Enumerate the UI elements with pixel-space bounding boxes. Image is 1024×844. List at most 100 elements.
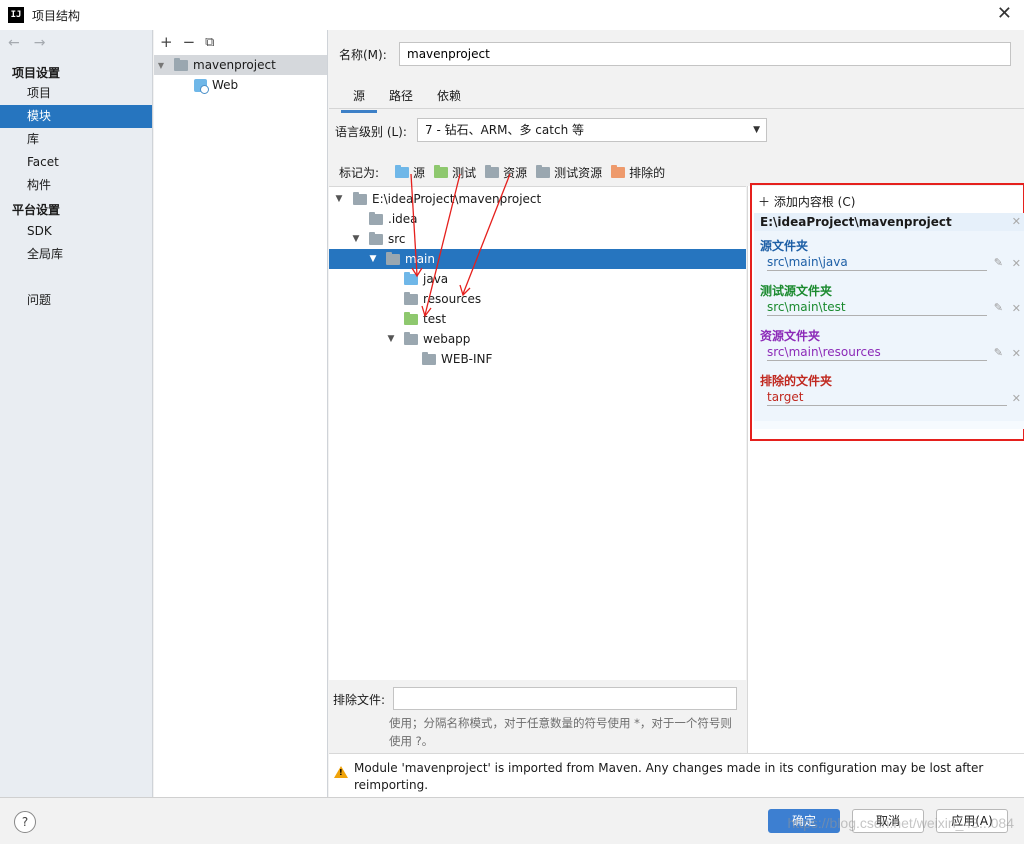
window-title: 项目结构 — [32, 8, 81, 23]
edit-pencil-icon[interactable]: ✎ — [994, 256, 1003, 269]
expand-triangle-icon[interactable]: ▼ — [366, 254, 380, 264]
mark-as-toolbar: 标记为: 源 测试 资源 测试资源 排除的 — [339, 164, 674, 181]
remove-icon[interactable]: ✕ — [1012, 392, 1021, 405]
module-item-web[interactable]: Web — [154, 75, 327, 95]
intellij-icon: IJ — [8, 7, 24, 23]
add-icon[interactable]: + — [160, 33, 173, 51]
exclude-files-label: 排除文件: — [333, 693, 386, 707]
tree-node-idea[interactable]: .idea — [329, 209, 746, 229]
tree-node-web-inf[interactable]: WEB-INF — [329, 349, 746, 369]
sources-folder-icon — [395, 165, 410, 178]
nav-item-global-libraries[interactable]: 全局库 — [0, 243, 152, 266]
help-button[interactable]: ? — [14, 811, 36, 833]
facet-label: Web — [212, 78, 239, 92]
tree-node-java[interactable]: java — [329, 269, 746, 289]
excluded-folder-path: target — [767, 390, 1007, 406]
tree-node-root[interactable]: ▼ E:\ideaProject\mavenproject — [329, 189, 746, 209]
mark-as-sources-button[interactable]: 源 — [395, 164, 425, 181]
mark-as-tests-button[interactable]: 测试 — [434, 164, 476, 181]
nav-item-problems[interactable]: 问题 — [0, 289, 152, 312]
chevron-down-icon: ▼ — [753, 125, 760, 135]
source-folder-path: src\main\java — [767, 255, 987, 271]
module-name-input[interactable] — [399, 42, 1011, 66]
edit-pencil-icon[interactable]: ✎ — [994, 346, 1003, 359]
resource-folder-path: src\main\resources — [767, 345, 987, 361]
platform-settings-header: 平台设置 — [12, 203, 61, 217]
nav-item-artifacts[interactable]: 构件 — [0, 174, 152, 197]
nav-item-sdk[interactable]: SDK — [0, 220, 152, 243]
module-label: mavenproject — [193, 58, 276, 72]
module-item-mavenproject[interactable]: ▼ mavenproject — [154, 55, 327, 75]
mark-as-excluded-button[interactable]: 排除的 — [611, 164, 665, 181]
tree-node-webapp[interactable]: ▼ webapp — [329, 329, 746, 349]
back-arrow-icon[interactable]: ← — [8, 35, 20, 51]
folder-icon — [404, 331, 418, 345]
folder-icon — [422, 351, 436, 365]
content-root-path: E:\ideaProject\mavenproject ✕ — [754, 213, 1024, 231]
forward-arrow-icon[interactable]: → — [34, 35, 46, 51]
excluded-folders-header: 排除的文件夹 — [760, 374, 833, 388]
expand-triangle-icon[interactable]: ▼ — [384, 334, 398, 344]
resources-folder-icon — [485, 165, 500, 178]
mark-as-test-resources-button[interactable]: 测试资源 — [536, 164, 602, 181]
excluded-folder-icon — [611, 165, 626, 178]
copy-icon[interactable]: ⧉ — [205, 35, 214, 50]
module-panel: + − ⧉ ▼ mavenproject Web — [154, 30, 328, 797]
remove-icon[interactable]: − — [183, 33, 196, 51]
test-folder-path: src\main\test — [767, 300, 987, 316]
name-label: 名称(M): — [339, 48, 387, 62]
language-level-value: 7 - 钻石、ARM、多 catch 等 — [425, 123, 584, 137]
tests-folder-icon — [434, 165, 449, 178]
sources-folder-icon — [404, 271, 418, 285]
resources-folder-icon — [404, 291, 418, 305]
tests-folder-icon — [404, 311, 418, 325]
module-toolbar: + − ⧉ — [154, 30, 327, 54]
dialog-footer: ? 确定 取消 应用(A) https://blog.csdn.net/weix… — [0, 797, 1024, 844]
title-bar: IJ 项目结构 ✕ — [0, 0, 1024, 30]
remove-icon[interactable]: ✕ — [1012, 257, 1021, 270]
warning-text: Module 'mavenproject' is imported from M… — [354, 761, 984, 792]
remove-root-icon[interactable]: ✕ — [1012, 213, 1021, 231]
language-level-label: 语言级别 (L): — [335, 125, 407, 139]
maven-warning: ! Module 'mavenproject' is imported from… — [329, 753, 1024, 797]
module-folder-icon — [174, 57, 188, 71]
nav-item-modules[interactable]: 模块 — [0, 105, 152, 128]
close-icon[interactable]: ✕ — [997, 4, 1012, 24]
add-content-root-button[interactable]: ＋ 添加内容根 (C) — [758, 193, 855, 210]
expand-triangle-icon[interactable]: ▼ — [332, 194, 346, 204]
tree-node-resources[interactable]: resources — [329, 289, 746, 309]
nav-item-libraries[interactable]: 库 — [0, 128, 152, 151]
expand-triangle-icon[interactable]: ▼ — [349, 234, 363, 244]
mark-as-label: 标记为: — [339, 166, 380, 180]
exclude-files-input[interactable] — [393, 687, 737, 710]
project-settings-header: 项目设置 — [12, 66, 61, 80]
web-facet-icon — [194, 78, 209, 94]
resource-folders-header: 资源文件夹 — [760, 329, 821, 343]
remove-icon[interactable]: ✕ — [1012, 347, 1021, 360]
edit-pencil-icon[interactable]: ✎ — [994, 301, 1003, 314]
exclude-files-hint: 使用；分隔名称模式，对于任意数量的符号使用 *，对于一个符号则使用 ?。 — [389, 716, 732, 748]
red-highlight-box: ＋ 添加内容根 (C) E:\ideaProject\mavenproject ✕… — [750, 183, 1024, 441]
nav-arrows: ← → — [0, 30, 152, 56]
test-folders-header: 测试源文件夹 — [760, 284, 833, 298]
nav-item-facets[interactable]: Facet — [0, 151, 152, 174]
folder-icon — [386, 251, 400, 265]
module-details: 名称(M): 源 路径 依赖 语言级别 (L): 7 - 钻石、ARM、多 ca… — [329, 30, 1024, 797]
folder-tree: ▼ E:\ideaProject\mavenproject .idea ▼ sr… — [329, 186, 746, 680]
watermark: https://blog.csdn.net/weixin_43...084 — [787, 815, 1014, 831]
tree-node-src[interactable]: ▼ src — [329, 229, 746, 249]
nav-item-project[interactable]: 项目 — [0, 82, 152, 105]
expand-triangle-icon[interactable]: ▼ — [156, 61, 166, 70]
folder-icon — [369, 231, 383, 245]
content-roots-panel: ＋ 添加内容根 (C) E:\ideaProject\mavenproject ✕… — [747, 183, 1024, 753]
tree-node-test[interactable]: test — [329, 309, 746, 329]
settings-sidebar: ← → 项目设置 项目 模块 库 Facet 构件 平台设置 SDK 全局库 问… — [0, 30, 153, 797]
tree-node-main[interactable]: ▼ main — [329, 249, 746, 269]
source-folders-header: 源文件夹 — [760, 239, 809, 253]
folder-icon — [353, 191, 367, 205]
folder-icon — [369, 211, 383, 225]
mark-as-resources-button[interactable]: 资源 — [485, 164, 527, 181]
language-level-select[interactable]: 7 - 钻石、ARM、多 catch 等 ▼ — [417, 118, 767, 142]
test-resources-folder-icon — [536, 165, 551, 178]
remove-icon[interactable]: ✕ — [1012, 302, 1021, 315]
